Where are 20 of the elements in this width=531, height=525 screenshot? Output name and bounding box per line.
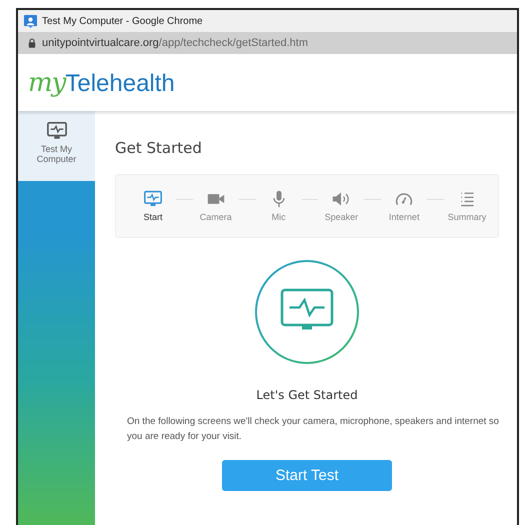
speaker-icon xyxy=(331,190,352,208)
window-title: Test My Computer - Google Chrome xyxy=(42,16,203,26)
url-text: unitypointvirtualcare.org/app/techcheck/getStarted.htm xyxy=(42,37,308,49)
monitor-icon xyxy=(143,190,163,208)
start-test-button[interactable]: Start Test xyxy=(222,460,392,491)
step-tab[interactable]: Start xyxy=(130,190,176,222)
lock-icon xyxy=(28,38,36,48)
logo[interactable]: myTelehealth xyxy=(28,68,175,98)
step-tab[interactable]: Summary xyxy=(444,190,490,222)
section-heading: Let's Get Started xyxy=(256,388,358,402)
page-title: Get Started xyxy=(115,139,202,157)
step-tab[interactable]: Internet xyxy=(381,190,428,222)
sidebar-item[interactable]: Test My Computer xyxy=(18,111,95,181)
step-tab[interactable]: Camera xyxy=(192,190,239,222)
address-bar[interactable]: unitypointvirtualcare.org/app/techcheck/getStarted.htm xyxy=(18,32,517,54)
intro-text: On the following screens we'll check your camera, microphone, speakers and internet so you are ready for your visit. xyxy=(126,415,499,444)
app-icon xyxy=(24,14,37,28)
step-tab[interactable]: Speaker xyxy=(318,190,364,222)
step-tab[interactable]: Mic xyxy=(256,190,302,222)
monitor-icon xyxy=(46,121,68,141)
